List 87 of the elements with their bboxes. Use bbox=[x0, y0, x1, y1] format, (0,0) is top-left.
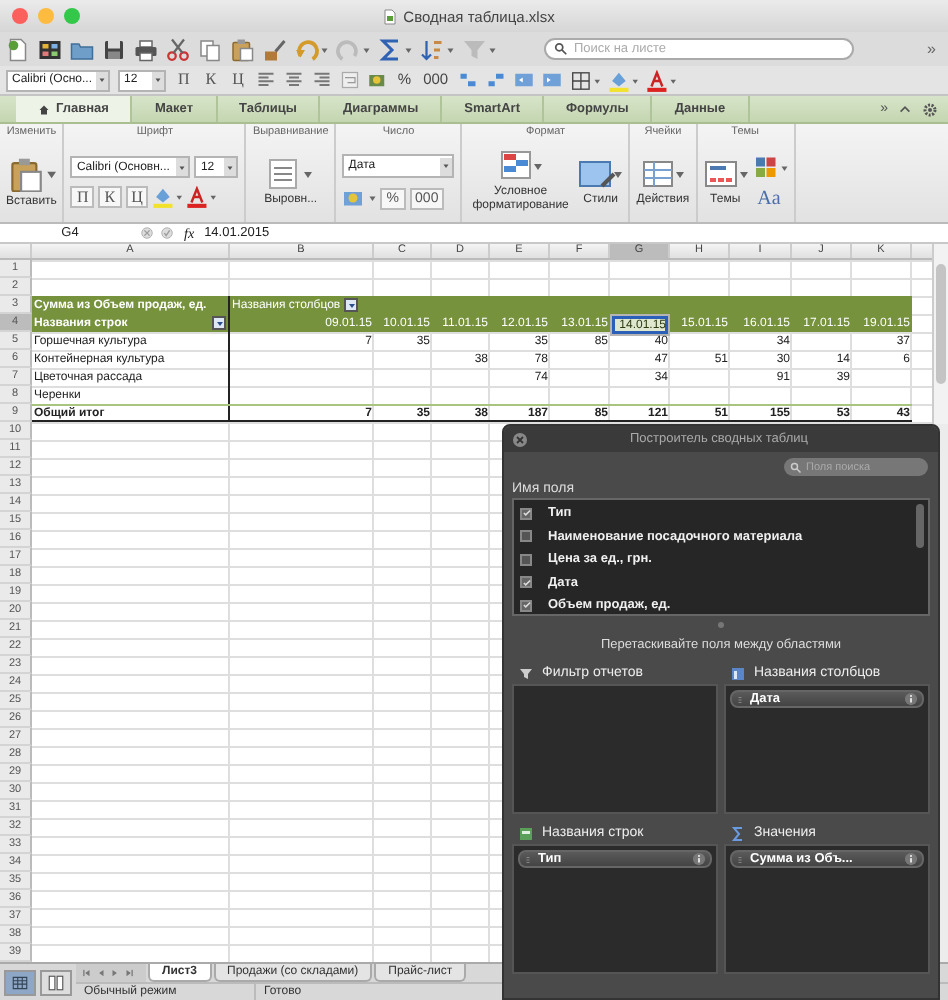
currency-icon[interactable] bbox=[367, 70, 388, 90]
align-center-icon[interactable] bbox=[283, 70, 304, 90]
text-style-button[interactable]: Ц bbox=[125, 186, 149, 208]
caret-icon bbox=[98, 76, 106, 84]
filter-dropdown-button[interactable] bbox=[212, 316, 226, 330]
sort-icon[interactable] bbox=[420, 37, 454, 61]
resize-grip[interactable] bbox=[718, 622, 724, 628]
folder-icon[interactable] bbox=[70, 37, 94, 61]
copy-icon[interactable] bbox=[198, 37, 222, 61]
borders-icon[interactable] bbox=[570, 69, 601, 91]
check-icon bbox=[521, 508, 531, 519]
format-painter-icon[interactable] bbox=[262, 37, 286, 61]
sum-icon bbox=[730, 825, 746, 841]
checkbox[interactable] bbox=[520, 599, 532, 612]
settings-icon[interactable] bbox=[922, 101, 938, 117]
drag-handle-icon bbox=[736, 693, 744, 705]
next-sheet-icon[interactable] bbox=[110, 968, 120, 978]
color-grid-icon bbox=[498, 150, 543, 182]
close-button[interactable] bbox=[12, 8, 28, 24]
row-layout-icon bbox=[518, 825, 534, 841]
text-style-button[interactable]: П bbox=[174, 70, 194, 90]
align-left-icon[interactable] bbox=[255, 70, 276, 90]
text-style-button[interactable]: П bbox=[70, 186, 95, 208]
wrap-text-icon[interactable] bbox=[339, 70, 360, 90]
confirm-icon[interactable] bbox=[160, 226, 174, 240]
search-icon bbox=[554, 42, 568, 56]
clipboard-icon bbox=[7, 155, 56, 191]
cut-icon[interactable] bbox=[166, 37, 190, 61]
info-icon bbox=[904, 692, 918, 706]
filter-dropdown-button[interactable] bbox=[344, 298, 359, 312]
first-sheet-icon[interactable] bbox=[82, 968, 92, 978]
cells-icon bbox=[640, 157, 685, 189]
check-icon bbox=[521, 577, 531, 588]
caret-icon bbox=[215, 319, 223, 327]
page-layout-view-button[interactable] bbox=[40, 969, 72, 995]
sum-icon[interactable] bbox=[378, 37, 412, 61]
close-icon[interactable] bbox=[512, 431, 528, 447]
paste-icon[interactable] bbox=[230, 37, 254, 61]
checkbox[interactable] bbox=[520, 576, 532, 589]
fill-color-icon[interactable] bbox=[608, 69, 639, 91]
info-icon bbox=[904, 852, 918, 866]
checkbox[interactable] bbox=[520, 530, 532, 543]
theme-preview-icon bbox=[703, 157, 748, 189]
caret-icon bbox=[347, 301, 356, 309]
checkbox[interactable] bbox=[520, 553, 532, 566]
font-color-icon[interactable] bbox=[646, 69, 677, 91]
vertical-scrollbar[interactable] bbox=[932, 244, 948, 424]
checkbox[interactable] bbox=[520, 507, 532, 520]
drag-handle-icon bbox=[736, 853, 744, 865]
align-right-icon[interactable] bbox=[311, 70, 332, 90]
home-icon bbox=[38, 103, 50, 115]
decimal-decrease-icon[interactable] bbox=[486, 70, 507, 90]
collapse-ribbon-icon[interactable] bbox=[898, 102, 912, 116]
theme-colors-icon[interactable] bbox=[753, 155, 788, 179]
check-icon bbox=[521, 600, 531, 611]
currency-icon[interactable] bbox=[342, 186, 377, 210]
caret-icon bbox=[154, 76, 162, 84]
last-sheet-icon[interactable] bbox=[124, 968, 134, 978]
drag-handle-icon bbox=[524, 853, 532, 865]
cancel-icon[interactable] bbox=[140, 226, 154, 240]
template-gallery-icon[interactable] bbox=[38, 37, 62, 61]
overflow-button[interactable]: » bbox=[927, 40, 942, 58]
column-layout-icon bbox=[730, 665, 746, 681]
list-scrollbar[interactable] bbox=[916, 504, 924, 548]
align-lines-icon bbox=[268, 157, 313, 189]
print-icon[interactable] bbox=[134, 37, 158, 61]
info-icon bbox=[692, 852, 706, 866]
undo-icon[interactable] bbox=[294, 37, 328, 61]
theme-fonts-button[interactable]: Aa bbox=[753, 187, 788, 209]
new-document-icon[interactable] bbox=[6, 37, 30, 61]
text-style-button[interactable]: Ц bbox=[228, 70, 248, 90]
grid-icon bbox=[10, 973, 30, 991]
previous-sheet-icon[interactable] bbox=[96, 968, 106, 978]
decimal-increase-icon[interactable] bbox=[458, 70, 479, 90]
font-color-icon[interactable] bbox=[186, 186, 217, 208]
indent-decrease-icon[interactable] bbox=[514, 70, 535, 90]
drop-area[interactable] bbox=[512, 684, 718, 814]
spreadsheet-file-icon bbox=[381, 7, 398, 25]
text-style-button[interactable]: К bbox=[98, 186, 122, 208]
pages-icon bbox=[46, 973, 66, 991]
indent-increase-icon[interactable] bbox=[542, 70, 563, 90]
save-icon[interactable] bbox=[102, 37, 126, 61]
search-icon bbox=[790, 461, 802, 473]
text-style-button[interactable]: К bbox=[201, 70, 221, 90]
normal-view-button[interactable] bbox=[4, 969, 36, 995]
fill-color-icon[interactable] bbox=[152, 186, 183, 208]
cell-styles-icon bbox=[578, 157, 623, 189]
